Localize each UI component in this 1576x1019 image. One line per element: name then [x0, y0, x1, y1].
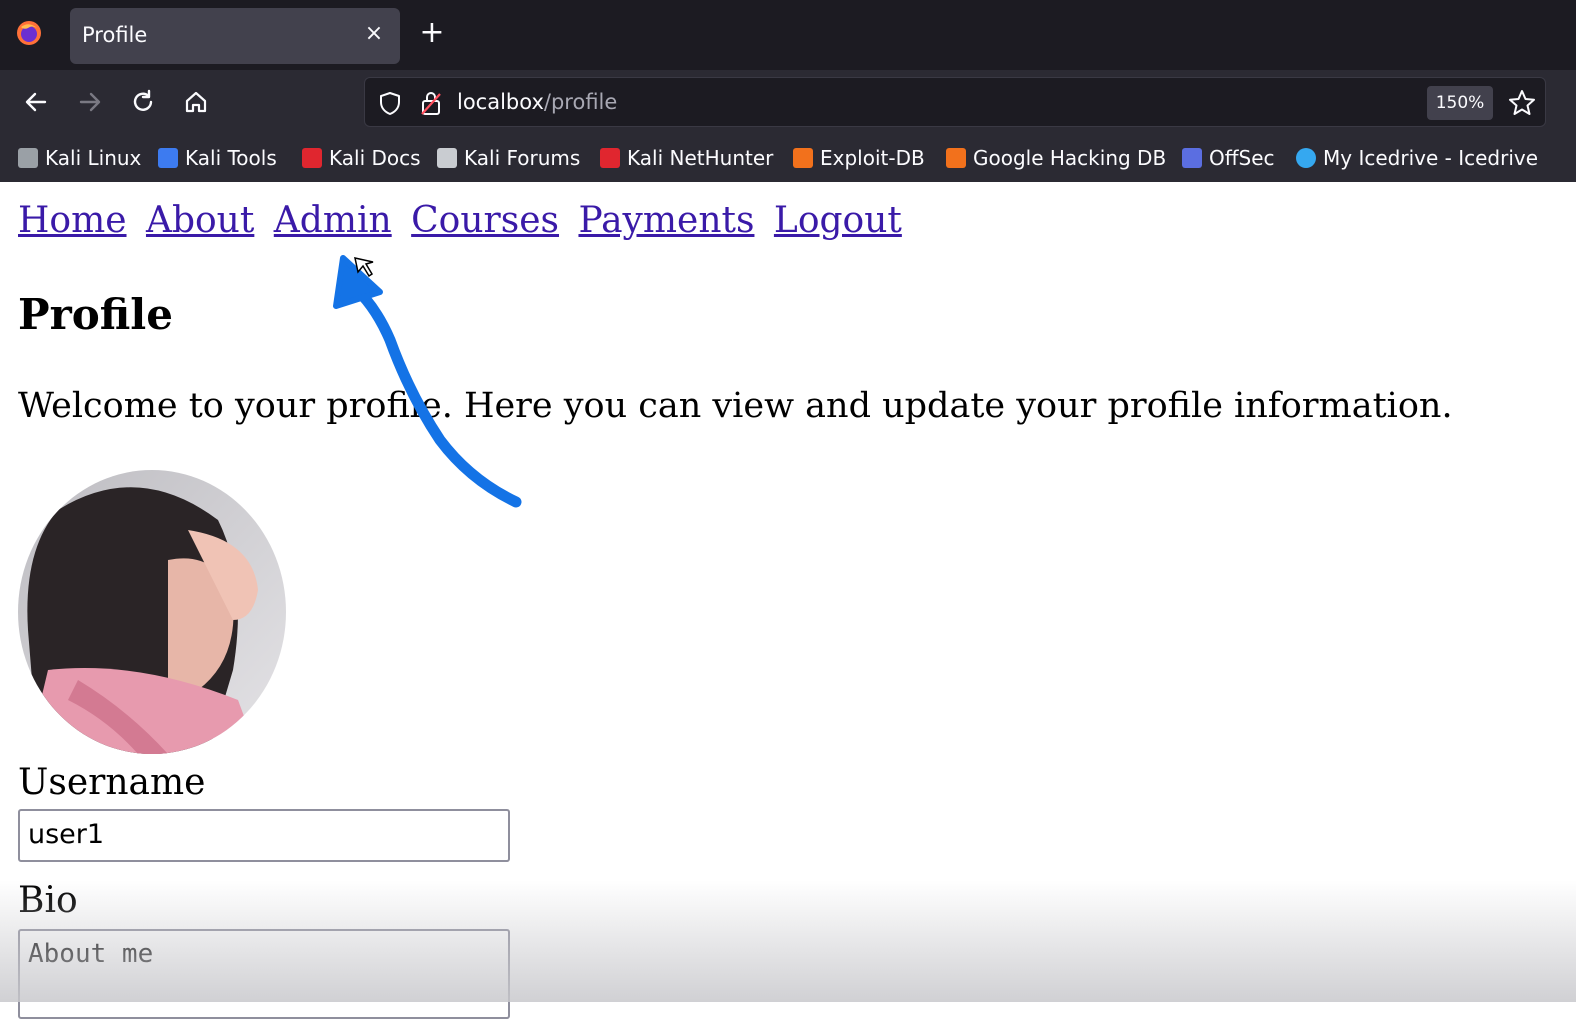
- forward-arrow-icon: [79, 92, 101, 112]
- page-title: Profile: [18, 290, 173, 339]
- offsec-icon: [1182, 148, 1202, 168]
- nav-link-about[interactable]: About: [146, 200, 254, 241]
- bookmark-label: Kali Linux: [45, 146, 142, 170]
- nav-link-courses[interactable]: Courses: [411, 200, 559, 241]
- username-label: Username: [18, 762, 206, 803]
- bookmark-star-icon[interactable]: [1507, 88, 1537, 118]
- url-path: /profile: [543, 90, 618, 114]
- nav-link-home[interactable]: Home: [18, 200, 127, 241]
- url-text[interactable]: localbox/profile: [457, 90, 617, 114]
- icedrive-icon: [1296, 148, 1316, 168]
- bookmark-offsec[interactable]: OffSec: [1182, 144, 1275, 172]
- close-tab-icon[interactable]: ×: [360, 20, 388, 48]
- back-button[interactable]: [18, 84, 54, 120]
- reload-button[interactable]: [125, 84, 161, 120]
- profile-photo: [18, 470, 286, 754]
- firefox-logo-icon[interactable]: [14, 18, 44, 48]
- nav-link-admin[interactable]: Admin: [274, 200, 392, 241]
- reload-icon: [133, 89, 153, 111]
- intro-text: Welcome to your profile. Here you can vi…: [18, 386, 1453, 426]
- bookmark-kali-linux[interactable]: Kali Linux: [18, 144, 141, 172]
- kali-forums-icon: [437, 148, 457, 168]
- bookmark-label: Kali NetHunter: [627, 146, 774, 170]
- bookmark-label: Kali Forums: [464, 146, 581, 170]
- bookmark-label: OffSec: [1209, 146, 1275, 170]
- nav-link-logout[interactable]: Logout: [774, 200, 902, 241]
- url-bar[interactable]: localbox/profile 150%: [364, 77, 1546, 127]
- bookmark-kali-tools[interactable]: Kali Tools: [158, 144, 277, 172]
- zoom-level-badge[interactable]: 150%: [1427, 86, 1493, 120]
- bookmark-label: Google Hacking DB: [973, 146, 1167, 170]
- kali-docs-icon: [302, 148, 322, 168]
- avatar: [18, 470, 286, 754]
- bio-label: Bio: [18, 880, 78, 921]
- username-input[interactable]: user1: [18, 809, 510, 862]
- tracking-protection-shield-icon[interactable]: [377, 90, 403, 116]
- tab-profile[interactable]: Profile ×: [70, 8, 400, 64]
- bookmark-label: Kali Docs: [329, 146, 421, 170]
- insecure-lock-icon[interactable]: [419, 90, 443, 116]
- nethunter-icon: [600, 148, 620, 168]
- kali-dragon-icon: [18, 148, 38, 168]
- home-button[interactable]: [178, 84, 214, 120]
- url-host: localbox: [457, 90, 544, 114]
- ghdb-icon: [946, 148, 966, 168]
- bookmark-icedrive[interactable]: My Icedrive - Icedrive: [1296, 144, 1538, 172]
- new-tab-icon[interactable]: +: [416, 18, 448, 50]
- bookmark-label: Exploit-DB: [820, 146, 925, 170]
- bookmarks-toolbar: Kali Linux Kali Tools Kali Docs Kali For…: [0, 134, 1576, 182]
- kali-tools-icon: [158, 148, 178, 168]
- web-page: Home About Admin Courses Payments Logout…: [0, 182, 1576, 1019]
- home-icon: [185, 91, 207, 113]
- nav-link-payments[interactable]: Payments: [578, 200, 754, 241]
- bookmark-kali-forums[interactable]: Kali Forums: [437, 144, 580, 172]
- exploit-db-icon: [793, 148, 813, 168]
- forward-button[interactable]: [72, 84, 108, 120]
- bio-textarea[interactable]: About me: [18, 929, 510, 1019]
- bookmark-label: My Icedrive - Icedrive: [1323, 146, 1539, 170]
- bookmark-google-hacking-db[interactable]: Google Hacking DB: [946, 144, 1166, 172]
- browser-tab-bar: Profile × +: [0, 0, 1576, 70]
- site-nav: Home About Admin Courses Payments Logout: [18, 200, 910, 241]
- bookmark-label: Kali Tools: [185, 146, 277, 170]
- tab-title: Profile: [82, 23, 148, 47]
- browser-nav-bar: localbox/profile 150%: [0, 70, 1576, 134]
- bookmark-exploit-db[interactable]: Exploit-DB: [793, 144, 925, 172]
- back-arrow-icon: [25, 92, 47, 112]
- bookmark-kali-nethunter[interactable]: Kali NetHunter: [600, 144, 773, 172]
- bookmark-kali-docs[interactable]: Kali Docs: [302, 144, 421, 172]
